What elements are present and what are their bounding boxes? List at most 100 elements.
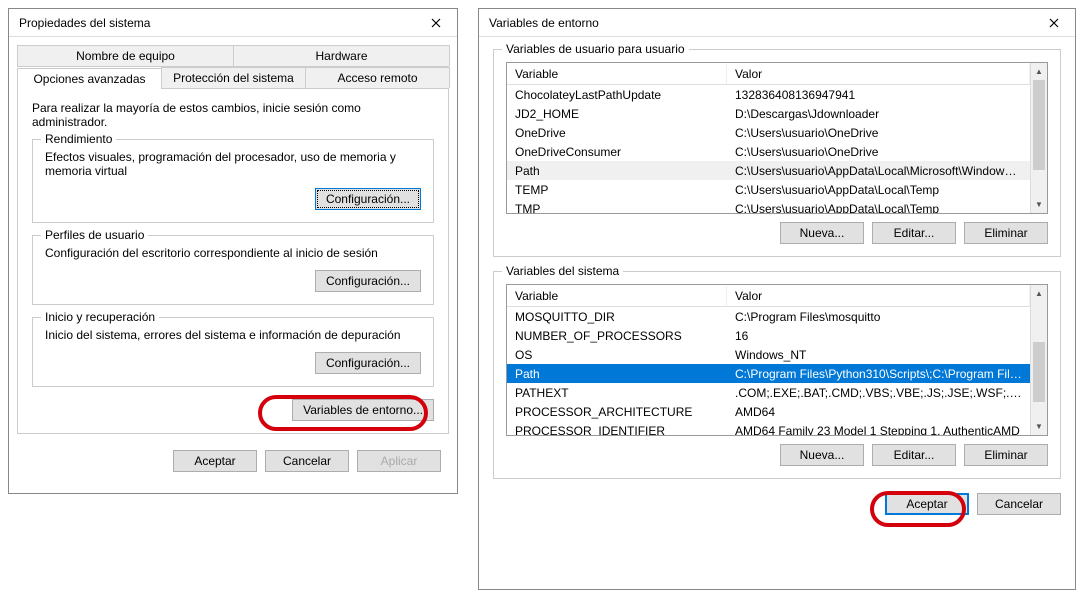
- profiles-config-button[interactable]: Configuración...: [315, 270, 421, 292]
- table-row[interactable]: TEMPC:\Users\usuario\AppData\Local\Temp: [507, 180, 1030, 199]
- tab-remote[interactable]: Acceso remoto: [305, 67, 450, 88]
- sysprops-titlebar: Propiedades del sistema: [9, 9, 457, 37]
- cell-variable: Path: [507, 366, 727, 382]
- advanced-tab-body: Para realizar la mayoría de estos cambio…: [17, 89, 449, 434]
- table-row[interactable]: PATHEXT.COM;.EXE;.BAT;.CMD;.VBS;.VBE;.JS…: [507, 383, 1030, 402]
- cell-variable: OneDriveConsumer: [507, 144, 727, 160]
- cell-value: C:\Users\usuario\OneDrive: [727, 125, 1030, 141]
- table-row[interactable]: JD2_HOMED:\Descargas\Jdownloader: [507, 104, 1030, 123]
- performance-group: Rendimiento Efectos visuales, programaci…: [32, 139, 434, 223]
- cell-value: C:\Users\usuario\AppData\Local\Temp: [727, 182, 1030, 198]
- sysprops-footer: Aceptar Cancelar Aplicar: [9, 442, 457, 486]
- cell-value: AMD64: [727, 404, 1030, 420]
- table-row[interactable]: OneDriveC:\Users\usuario\OneDrive: [507, 123, 1030, 142]
- cell-variable: PROCESSOR_ARCHITECTURE: [507, 404, 727, 420]
- hdr-variable[interactable]: Variable: [507, 286, 727, 306]
- sysprops-cancel-button[interactable]: Cancelar: [265, 450, 349, 472]
- profiles-group: Perfiles de usuario Configuración del es…: [32, 235, 434, 305]
- startup-group: Inicio y recuperación Inicio del sistema…: [32, 317, 434, 387]
- table-row[interactable]: PathC:\Users\usuario\AppData\Local\Micro…: [507, 161, 1030, 180]
- cell-variable: Path: [507, 163, 727, 179]
- env-cancel-button[interactable]: Cancelar: [977, 493, 1061, 515]
- cell-variable: MOSQUITTO_DIR: [507, 309, 727, 325]
- user-edit-button[interactable]: Editar...: [872, 222, 956, 244]
- sysprops-ok-button[interactable]: Aceptar: [173, 450, 257, 472]
- admin-note: Para realizar la mayoría de estos cambio…: [32, 101, 434, 129]
- sysprops-title: Propiedades del sistema: [19, 16, 150, 30]
- table-row[interactable]: PathC:\Program Files\Python310\Scripts\;…: [507, 364, 1030, 383]
- cell-variable: OneDrive: [507, 125, 727, 141]
- cell-variable: PATHEXT: [507, 385, 727, 401]
- env-title: Variables de entorno: [489, 16, 599, 30]
- table-row[interactable]: OneDriveConsumerC:\Users\usuario\OneDriv…: [507, 142, 1030, 161]
- sys-new-button[interactable]: Nueva...: [780, 444, 864, 466]
- profiles-legend: Perfiles de usuario: [41, 228, 148, 242]
- sys-list-header: Variable Valor: [507, 285, 1030, 307]
- tab-hardware[interactable]: Hardware: [233, 45, 450, 66]
- user-delete-button[interactable]: Eliminar: [964, 222, 1048, 244]
- tab-computer-name[interactable]: Nombre de equipo: [17, 45, 234, 66]
- sysprops-dialog: Propiedades del sistema Nombre de equipo…: [8, 8, 458, 494]
- cell-variable: TEMP: [507, 182, 727, 198]
- cell-variable: JD2_HOME: [507, 106, 727, 122]
- sys-scrollbar[interactable]: ▲ ▼: [1030, 285, 1047, 435]
- startup-config-button[interactable]: Configuración...: [315, 352, 421, 374]
- env-dialog: Variables de entorno Variables de usuari…: [478, 8, 1076, 590]
- hdr-value[interactable]: Valor: [727, 286, 1030, 306]
- sys-vars-legend: Variables del sistema: [502, 264, 623, 278]
- cell-variable: NUMBER_OF_PROCESSORS: [507, 328, 727, 344]
- user-list-header: Variable Valor: [507, 63, 1030, 85]
- cell-value: C:\Users\usuario\AppData\Local\Microsoft…: [727, 163, 1030, 179]
- cell-variable: TMP: [507, 201, 727, 214]
- cell-value: C:\Users\usuario\AppData\Local\Temp: [727, 201, 1030, 214]
- sys-vars-list[interactable]: Variable Valor MOSQUITTO_DIRC:\Program F…: [506, 284, 1048, 436]
- scroll-down-icon[interactable]: ▼: [1031, 418, 1047, 435]
- user-vars-list[interactable]: Variable Valor ChocolateyLastPathUpdate1…: [506, 62, 1048, 214]
- cell-variable: OS: [507, 347, 727, 363]
- close-icon: [1049, 18, 1059, 28]
- sysprops-tabs: Nombre de equipo Hardware Opciones avanz…: [17, 45, 449, 89]
- table-row[interactable]: NUMBER_OF_PROCESSORS16: [507, 326, 1030, 345]
- cell-value: 132836408136947941: [727, 87, 1030, 103]
- startup-desc: Inicio del sistema, errores del sistema …: [45, 328, 421, 342]
- env-content: Variables de usuario para usuario Variab…: [479, 37, 1075, 527]
- sys-delete-button[interactable]: Eliminar: [964, 444, 1048, 466]
- user-vars-group: Variables de usuario para usuario Variab…: [493, 49, 1061, 257]
- scroll-up-icon[interactable]: ▲: [1031, 63, 1047, 80]
- close-icon: [431, 18, 441, 28]
- sysprops-close-button[interactable]: [415, 9, 457, 36]
- cell-value: D:\Descargas\Jdownloader: [727, 106, 1030, 122]
- cell-value: AMD64 Family 23 Model 1 Stepping 1, Auth…: [727, 423, 1030, 436]
- env-titlebar: Variables de entorno: [479, 9, 1075, 37]
- tab-system-protection[interactable]: Protección del sistema: [161, 67, 306, 88]
- scroll-up-icon[interactable]: ▲: [1031, 285, 1047, 302]
- table-row[interactable]: ChocolateyLastPathUpdate1328364081369479…: [507, 85, 1030, 104]
- hdr-value[interactable]: Valor: [727, 64, 1030, 84]
- cell-value: .COM;.EXE;.BAT;.CMD;.VBS;.VBE;.JS;.JSE;.…: [727, 385, 1030, 401]
- user-new-button[interactable]: Nueva...: [780, 222, 864, 244]
- table-row[interactable]: TMPC:\Users\usuario\AppData\Local\Temp: [507, 199, 1030, 213]
- cell-value: C:\Users\usuario\OneDrive: [727, 144, 1030, 160]
- env-vars-button[interactable]: Variables de entorno...: [292, 399, 434, 421]
- startup-legend: Inicio y recuperación: [41, 310, 159, 324]
- env-close-button[interactable]: [1033, 9, 1075, 36]
- cell-value: Windows_NT: [727, 347, 1030, 363]
- tab-advanced[interactable]: Opciones avanzadas: [17, 68, 162, 89]
- table-row[interactable]: PROCESSOR_IDENTIFIERAMD64 Family 23 Mode…: [507, 421, 1030, 435]
- hdr-variable[interactable]: Variable: [507, 64, 727, 84]
- performance-desc: Efectos visuales, programación del proce…: [45, 150, 421, 178]
- table-row[interactable]: MOSQUITTO_DIRC:\Program Files\mosquitto: [507, 307, 1030, 326]
- cell-variable: ChocolateyLastPathUpdate: [507, 87, 727, 103]
- cell-variable: PROCESSOR_IDENTIFIER: [507, 423, 727, 436]
- sys-edit-button[interactable]: Editar...: [872, 444, 956, 466]
- table-row[interactable]: OSWindows_NT: [507, 345, 1030, 364]
- sys-vars-group: Variables del sistema Variable Valor MOS…: [493, 271, 1061, 479]
- scroll-down-icon[interactable]: ▼: [1031, 196, 1047, 213]
- sysprops-apply-button: Aplicar: [357, 450, 441, 472]
- performance-config-button[interactable]: Configuración...: [315, 188, 421, 210]
- table-row[interactable]: PROCESSOR_ARCHITECTUREAMD64: [507, 402, 1030, 421]
- profiles-desc: Configuración del escritorio correspondi…: [45, 246, 421, 260]
- user-scrollbar[interactable]: ▲ ▼: [1030, 63, 1047, 213]
- user-vars-legend: Variables de usuario para usuario: [502, 42, 689, 56]
- env-ok-button[interactable]: Aceptar: [885, 493, 969, 515]
